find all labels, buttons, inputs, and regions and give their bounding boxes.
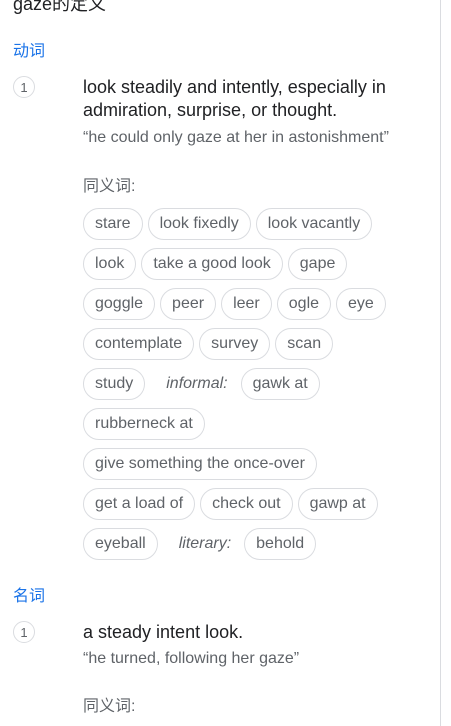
synonym-chip[interactable]: behold: [244, 528, 317, 560]
synonym-chip[interactable]: peer: [160, 288, 217, 320]
register-label: informal:: [166, 375, 228, 392]
synonym-chip[interactable]: ogle: [276, 288, 332, 320]
synonym-row: stare look fixedly look vacantly: [83, 204, 413, 244]
synonym-chip[interactable]: stare: [83, 208, 143, 240]
synonym-row: contemplate survey scan: [83, 324, 413, 364]
sense-number-badge: 1: [13, 76, 35, 98]
pos-label-verb: 动词: [13, 43, 46, 60]
panel-divider: [440, 0, 441, 726]
pos-label-noun: 名词: [13, 588, 46, 605]
synonym-chip[interactable]: leer: [221, 288, 272, 320]
synonym-chip[interactable]: eyeball: [83, 528, 158, 560]
synonym-chip[interactable]: look fixedly: [147, 208, 251, 240]
example-sentence: “he turned, following her gaze”: [83, 650, 300, 667]
synonym-chip[interactable]: survey: [199, 328, 271, 360]
synonym-row: goggle peer leer ogle eye: [83, 284, 413, 324]
synonym-row: get a load of check out gawp at: [83, 484, 413, 524]
register-label: literary:: [178, 535, 232, 552]
sense-number-badge: 1: [13, 621, 35, 643]
synonym-chip[interactable]: look vacantly: [255, 208, 373, 240]
example-sentence: “he could only gaze at her in astonishme…: [83, 129, 389, 146]
synonym-chip[interactable]: eye: [336, 288, 386, 320]
synonym-chip[interactable]: give something the once-over: [83, 448, 317, 480]
synonym-row: study informal: gawk at: [83, 364, 413, 404]
synonym-chip[interactable]: gape: [287, 248, 348, 280]
synonyms-label: 同义词:: [83, 698, 136, 715]
synonym-chip[interactable]: study: [83, 368, 146, 400]
definition-panel: gaze的定义 动词 1 look steadily and intently,…: [0, 0, 440, 726]
synonym-chip[interactable]: gawk at: [240, 368, 320, 400]
definition-text: a steady intent look.: [83, 622, 244, 642]
synonym-chip[interactable]: look: [83, 248, 137, 280]
synonyms-label: 同义词:: [83, 178, 136, 195]
synonym-chip[interactable]: scan: [275, 328, 334, 360]
synonym-row: give something the once-over: [83, 444, 413, 484]
synonym-chip[interactable]: take a good look: [141, 248, 283, 280]
synonym-chip[interactable]: goggle: [83, 288, 156, 320]
synonym-chip[interactable]: get a load of: [83, 488, 196, 520]
synonyms-list: stare look fixedly look vacantly look take a…: [83, 204, 413, 564]
synonym-chip[interactable]: check out: [200, 488, 293, 520]
synonym-row: eyeball literary: behold: [83, 524, 413, 564]
synonym-row: rubberneck at: [83, 404, 413, 444]
definition-text: look steadily and intently, especially i…: [83, 77, 386, 120]
synonym-chip[interactable]: rubberneck at: [83, 408, 205, 440]
synonym-chip[interactable]: gawp at: [297, 488, 378, 520]
synonym-chip[interactable]: contemplate: [83, 328, 195, 360]
synonym-row: look take a good look gape: [83, 244, 413, 284]
page-title: gaze的定义: [13, 0, 107, 14]
